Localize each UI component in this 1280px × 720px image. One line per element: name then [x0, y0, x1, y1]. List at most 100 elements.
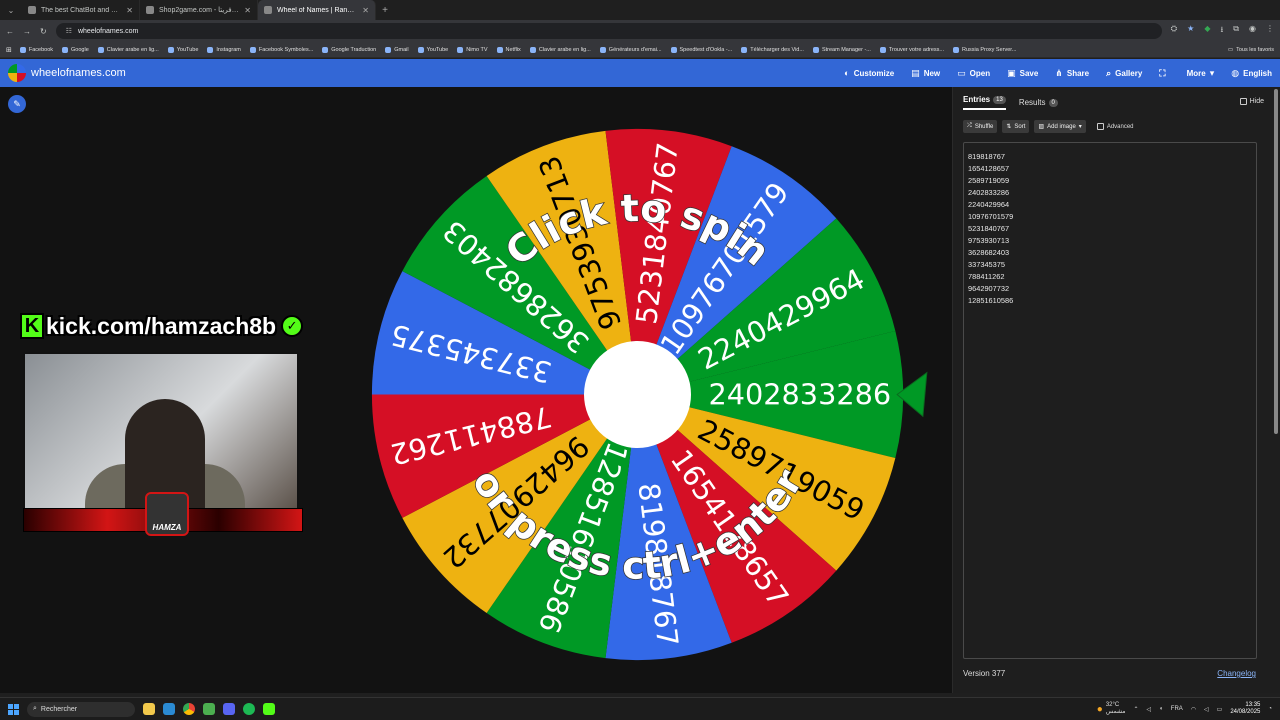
save-icon: ▣ [1007, 67, 1016, 78]
app-icon[interactable] [163, 703, 175, 715]
entries-textarea[interactable]: 819818767 1654128657 2589719059 2402833286 2… [963, 142, 1257, 659]
weather-widget[interactable]: ● 32°C مشمس [1097, 702, 1126, 716]
bookmark-item[interactable]: Trouver votre adress... [879, 46, 944, 53]
bookmark-item[interactable]: Générateurs d'emai... [599, 46, 662, 53]
wheel-hub[interactable] [583, 340, 692, 449]
entry-line: 9753930713 [968, 236, 1010, 245]
translate-icon[interactable]: ⛭ [1171, 24, 1177, 38]
bookmark-item[interactable]: Russia Proxy Server... [953, 46, 1016, 53]
menu-item-new[interactable]: ▤ New [911, 68, 940, 79]
bookmark-item[interactable]: Télécharger des Vid... [741, 46, 804, 53]
windows-start-icon[interactable] [8, 703, 19, 715]
add-image-button[interactable]: ▨ Add image ▾ [1034, 120, 1086, 133]
bookmark-star-icon[interactable]: ★ [1187, 24, 1194, 38]
app-icon-3[interactable] [263, 703, 275, 715]
site-info-icon[interactable]: ☷ [66, 27, 72, 35]
wheel-logo-icon[interactable] [8, 64, 26, 82]
bookmark-item[interactable]: Instagram [207, 46, 241, 53]
palette-icon: ◐ [844, 68, 850, 78]
windows-taskbar: ⌕ Rechercher ● 32°C مشمس ⌃ ◁ ◖ FRA ◠ ◁ ▭ … [0, 697, 1280, 720]
downloads-icon[interactable]: ⭳ [1220, 24, 1223, 38]
back-icon[interactable]: ← [6, 27, 14, 36]
close-icon[interactable]: ✕ [362, 6, 369, 15]
extensions-icon[interactable]: ⧉ [1233, 24, 1239, 38]
app-icon-2[interactable] [203, 703, 215, 715]
menu-item-english[interactable]: ◍ English [1231, 68, 1272, 79]
changelog-link[interactable]: Changelog [1217, 669, 1256, 678]
bookmark-item[interactable]: Google [62, 46, 89, 53]
extension-icon[interactable]: ◆ [1204, 24, 1210, 38]
bookmark-icon [599, 46, 606, 53]
mic-icon[interactable]: ◖ [1159, 706, 1163, 712]
menu-item-fullscreen[interactable]: ⛶ [1159, 68, 1169, 79]
page-scrollbar[interactable] [1274, 89, 1278, 434]
tab-search-icon[interactable]: ⌄ [0, 6, 22, 15]
tab-favicon-icon [146, 6, 154, 14]
browser-tab[interactable]: Shop2game.com - إشحن أفريتا ✕ [140, 0, 258, 20]
bookmark-icon [19, 46, 26, 53]
shuffle-button[interactable]: ⤮ Shuffle [963, 120, 998, 133]
bookmark-item[interactable]: YouTube [417, 46, 448, 53]
menu-item-share[interactable]: ⋔ Share [1055, 68, 1089, 79]
tab-results[interactable]: Results 0 [1019, 95, 1058, 110]
language-indicator[interactable]: FRA [1171, 706, 1183, 712]
url-field[interactable]: ☷ wheelofnames.com [55, 23, 1162, 39]
forward-icon[interactable]: → [23, 27, 31, 36]
tab-entries[interactable]: Entries 13 [963, 95, 1006, 110]
discord-icon[interactable] [223, 703, 235, 715]
bookmark-item[interactable]: Gmail [385, 46, 409, 53]
profile-icon[interactable]: ◉ [1249, 24, 1256, 38]
bookmark-item[interactable]: Speedtest d'Ookla -... [670, 46, 732, 53]
sort-label: Sort [1014, 123, 1026, 130]
chrome-icon[interactable] [183, 703, 195, 715]
close-icon[interactable]: ✕ [244, 6, 251, 15]
advanced-toggle[interactable]: Advanced [1096, 123, 1134, 130]
clock[interactable]: 13:35 24/08/2025 [1230, 702, 1260, 716]
new-tab-button[interactable]: + [376, 5, 394, 16]
volume-icon[interactable]: ◁ [1204, 706, 1209, 713]
speaker-icon[interactable]: ◁ [1147, 706, 1152, 713]
version-label: Version 377 [963, 669, 1006, 678]
menu-item-save[interactable]: ▣ Save [1007, 68, 1038, 79]
bookmark-item[interactable]: YouTube [167, 46, 198, 53]
menu-item-more[interactable]: More ▾ [1187, 68, 1215, 79]
menu-item-gallery[interactable]: ⌕ Gallery [1106, 68, 1142, 79]
notification-icon[interactable]: ◔ [1268, 706, 1272, 712]
edit-pencil-icon[interactable]: ✎ [8, 95, 26, 113]
wheel[interactable]: 2402833286258971905916541286578198187671… [365, 122, 928, 667]
sort-button[interactable]: ⇅ Sort [1002, 120, 1030, 133]
hide-toggle[interactable]: Hide [1239, 98, 1264, 105]
browser-menu-icon[interactable]: ⋮ [1266, 24, 1274, 38]
menu-item-open[interactable]: ▭ Open [957, 68, 990, 79]
wifi-icon[interactable]: ◠ [1191, 706, 1196, 713]
tab-favicon-icon [264, 6, 272, 14]
bookmark-item[interactable]: Clavier arabe en lig... [529, 46, 591, 53]
taskbar-search[interactable]: ⌕ Rechercher [27, 701, 135, 717]
menu-item-customize[interactable]: ◐ Customize [844, 68, 894, 78]
bookmark-item[interactable]: Facebook Symboles... [249, 46, 313, 53]
bookmark-item[interactable]: Netflix [496, 46, 521, 53]
file-explorer-icon[interactable] [143, 703, 155, 715]
entry-line: 1654128657 [968, 164, 1010, 173]
site-name[interactable]: wheelofnames.com [31, 67, 126, 79]
bookmark-item[interactable]: Google Traduction [322, 46, 376, 53]
folder-icon: ▭ [957, 67, 966, 78]
bookmark-item[interactable]: Nimo TV [457, 46, 488, 53]
streamer-logo: HAMZA [145, 492, 189, 536]
reload-icon[interactable]: ↻ [40, 27, 47, 36]
battery-icon[interactable]: ▭ [1217, 706, 1223, 713]
weather-desc: مشمس [1105, 709, 1126, 715]
all-bookmarks[interactable]: ▭ Tous les favoris [1228, 47, 1274, 53]
bookmark-item[interactable]: Clavier arabe en lig... [97, 46, 159, 53]
tray-chevron-icon[interactable]: ⌃ [1134, 706, 1139, 713]
kick-banner: K kick.com/hamzach8b ✓ [20, 309, 304, 343]
browser-tab[interactable]: The best ChatBot and Widgets ✕ [22, 0, 140, 20]
apps-icon[interactable]: ⊞ [6, 46, 12, 54]
hide-checkbox[interactable] [1239, 98, 1247, 105]
browser-tab[interactable]: Wheel of Names | Random nam ✕ [258, 0, 376, 20]
spotify-icon[interactable] [243, 703, 255, 715]
bookmark-item[interactable]: Stream Manager -... [812, 46, 871, 53]
advanced-checkbox[interactable] [1096, 123, 1104, 130]
close-icon[interactable]: ✕ [126, 6, 133, 15]
bookmark-item[interactable]: Facebook [19, 46, 53, 53]
